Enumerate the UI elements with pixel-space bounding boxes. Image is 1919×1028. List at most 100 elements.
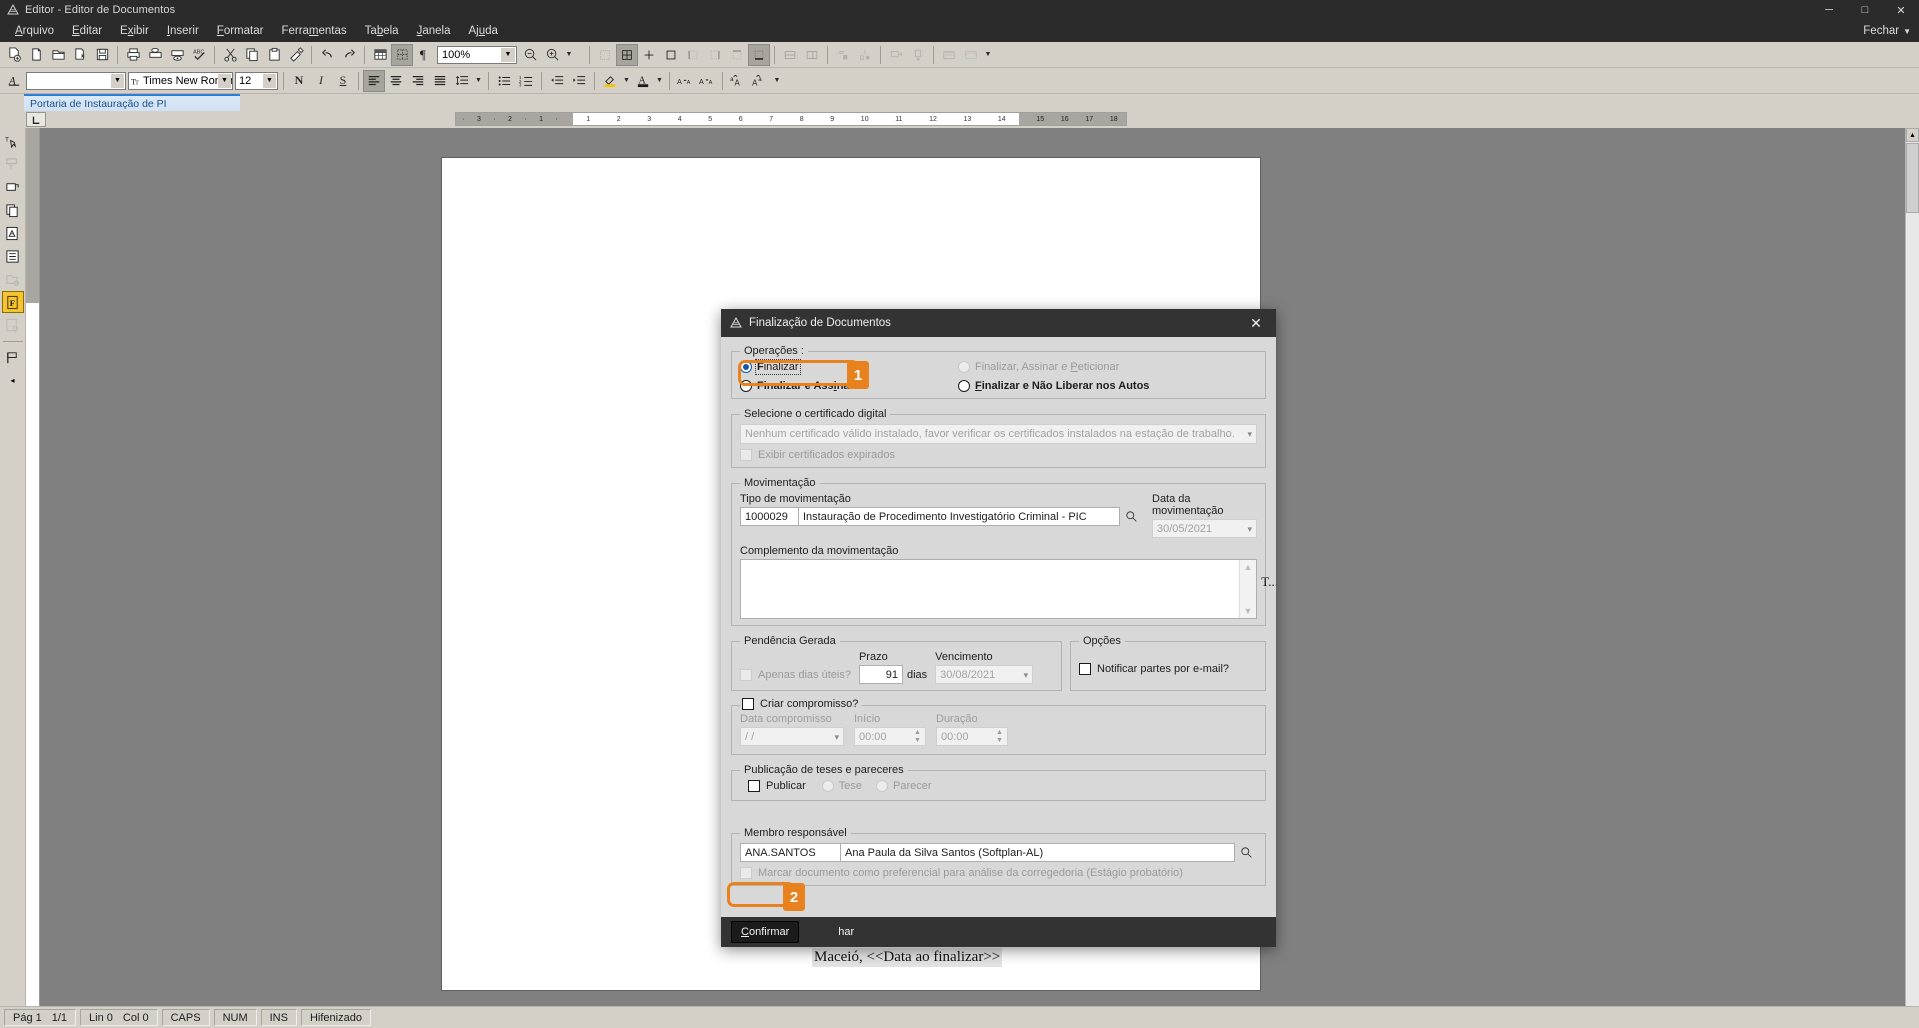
chevron-down-icon[interactable]: ▾ [1024,670,1029,681]
chevron-down-icon[interactable]: ▼ [1903,27,1911,36]
paragraph-style-combobox[interactable]: ▼ [26,71,126,90]
menu-exibir[interactable]: Exibir [111,22,158,40]
toolbar-overflow-icon[interactable]: ▼ [563,44,575,66]
tag-icon[interactable] [2,346,24,368]
menu-tabela[interactable]: Tabela [356,22,408,40]
align-justify-icon[interactable] [429,70,451,92]
open-template-icon[interactable] [69,44,91,66]
bold-button[interactable]: N [288,70,310,92]
list-doc-icon[interactable] [2,245,24,267]
appointment-date-input[interactable]: / / ▾ [740,727,844,746]
flag-doc-icon[interactable]: F [1,291,24,313]
maximize-button[interactable]: □ [1847,0,1883,20]
tab-stop-left-icon[interactable] [26,112,46,127]
warning-doc-icon[interactable] [2,222,24,244]
bullets-icon[interactable] [493,70,515,92]
document-tab[interactable]: Portaria de Instauração de PI [24,94,240,111]
vertical-scrollbar[interactable]: ▲ [1905,128,1919,1006]
insert-column-icon[interactable] [854,44,876,66]
print-icon[interactable] [122,44,144,66]
scrollbar-thumb[interactable] [1906,143,1919,213]
underline-button[interactable]: S [332,70,354,92]
table-bottom-border-icon[interactable] [748,43,770,66]
zoom-in-icon[interactable] [541,44,563,66]
finalizar-nao-liberar-radio-row[interactable]: Finalizar e Não Liberar nos Autos [958,380,1257,392]
new-document-icon[interactable] [3,44,25,66]
collapse-panel-button[interactable]: ◂ [2,369,24,391]
vertical-ruler[interactable] [26,128,40,1006]
menu-ajuda[interactable]: Ajuda [459,22,506,40]
format-painter-icon[interactable] [285,44,307,66]
line-spacing-icon[interactable] [451,70,473,92]
merge-cells-icon[interactable] [779,44,801,66]
document-canvas[interactable]: Maceió, <<Data ao finalizar>> Finalizaçã… [40,128,1905,1006]
cut-icon[interactable] [219,44,241,66]
distribute-columns-icon[interactable] [907,44,929,66]
chevron-down-icon[interactable]: ▼ [501,47,515,62]
scroll-up-icon[interactable]: ▲ [1906,128,1919,142]
table-properties-icon[interactable] [391,43,413,66]
paragraph-marks-icon[interactable]: ¶ [413,44,435,66]
certificate-select[interactable]: Nenhum certificado válido instalado, fav… [740,424,1257,444]
spinner-arrows-icon[interactable]: ▲ ▼ [911,729,924,744]
table-grid-icon[interactable] [594,44,616,66]
fechar-button[interactable]: har [829,922,863,942]
undo-icon[interactable] [316,44,338,66]
table-shading-icon[interactable] [938,44,960,66]
member-code-input[interactable]: ANA.SANTOS [740,843,840,862]
notify-parties-checkbox[interactable] [1079,663,1091,675]
font-size-combobox[interactable]: 12 ▼ [235,71,278,90]
table-top-border-icon[interactable] [726,44,748,66]
clear-formatting-icon[interactable]: A [3,70,25,92]
close-button[interactable]: ✕ [1883,0,1919,20]
menu-editar[interactable]: Editar [63,22,111,40]
table-right-border-icon[interactable] [704,44,726,66]
create-appointment-checkbox[interactable] [742,698,754,710]
chevron-down-icon[interactable]: ▼ [621,70,632,92]
chevron-down-icon[interactable]: ▼ [218,73,231,88]
menu-inserir[interactable]: Inserir [158,22,208,40]
chevron-down-icon[interactable]: ▼ [771,70,783,92]
increase-indent-icon[interactable] [568,70,590,92]
indent-marker[interactable] [564,113,573,125]
lowercase-icon[interactable]: Aa [749,70,771,92]
distribute-rows-icon[interactable] [885,44,907,66]
table-inside-borders-icon[interactable] [638,44,660,66]
movement-desc-input[interactable]: Instauração de Procedimento Investigatór… [798,507,1120,526]
chevron-down-icon[interactable]: ▼ [1244,606,1253,616]
appointment-duration-input[interactable]: 00:00 ▲ ▼ [936,727,1008,746]
text-field-icon[interactable]: T [2,153,24,175]
insert-row-icon[interactable] [832,44,854,66]
font-color-icon[interactable]: A [632,70,654,92]
finalizar-nao-liberar-radio[interactable] [958,380,970,392]
folder-doc-icon[interactable] [2,268,24,290]
movement-complement-textarea[interactable]: ▲ ▼ T... [740,559,1276,619]
chevron-down-icon[interactable]: ▼ [654,70,665,92]
copy-icon[interactable] [241,44,263,66]
search-icon[interactable] [1120,510,1142,523]
align-left-icon[interactable] [363,69,385,92]
toolbar-overflow-icon[interactable]: ▼ [982,44,994,66]
chevron-down-icon[interactable]: ▼ [263,73,276,88]
insert-object-icon[interactable] [2,176,24,198]
table-left-border-icon[interactable] [682,44,704,66]
font-family-combobox[interactable]: TT Times New Romar ▼ [128,71,233,90]
member-name-input[interactable]: Ana Paula da Silva Santos (Softplan-AL) [840,843,1235,862]
indent-marker[interactable] [1019,113,1028,125]
deadline-input[interactable]: 91 [858,665,903,684]
search-icon[interactable] [1235,846,1257,859]
redo-icon[interactable] [338,44,360,66]
decrease-font-icon[interactable]: AA [696,70,718,92]
open-folder-icon[interactable] [47,44,69,66]
align-right-icon[interactable] [407,70,429,92]
table-all-borders-icon[interactable] [616,43,638,66]
confirmar-button[interactable]: CConfirmaronfirmar [731,921,800,943]
split-cells-icon[interactable] [801,44,823,66]
menu-arquivo[interactable]: AArquivorquivo [6,22,63,40]
uppercase-icon[interactable]: aA [727,70,749,92]
spinner-arrows-icon[interactable]: ▲ ▼ [993,729,1006,744]
menu-close-label[interactable]: Fechar [1863,25,1899,37]
appointment-start-input[interactable]: 00:00 ▲ ▼ [854,727,926,746]
chevron-down-icon[interactable]: ▼ [111,73,124,88]
numbering-icon[interactable]: 123 [515,70,537,92]
